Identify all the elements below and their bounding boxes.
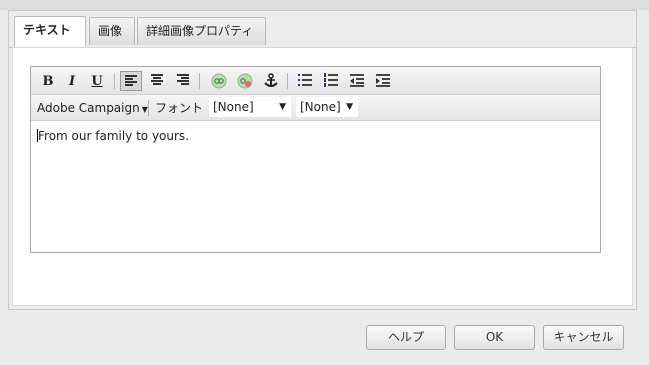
font-select[interactable]: [None] ▼ (209, 97, 291, 117)
align-right-icon (177, 74, 189, 85)
numbered-list-icon (324, 73, 338, 87)
italic-button[interactable]: I (61, 71, 83, 91)
toolbar-divider (287, 73, 288, 89)
font-select-value: [None] (213, 100, 254, 114)
rich-text-editor: B I U Adobe Campaign ▼ フォント [None] ▼ [No… (30, 66, 601, 253)
indent-button[interactable] (372, 71, 394, 91)
underline-button[interactable]: U (86, 71, 108, 91)
anchor-button[interactable] (260, 71, 282, 91)
editor-text: From our family to yours. (38, 129, 190, 143)
ok-button[interactable]: OK (454, 325, 535, 350)
dialog-panel: テキスト 画像 詳細画像プロパティ B I U Adobe Campaign ▼… (8, 10, 637, 310)
underline-icon: U (91, 74, 103, 89)
unlink-icon (237, 73, 253, 89)
indent-icon (376, 74, 390, 87)
bulleted-list-button[interactable] (294, 71, 316, 91)
align-right-button[interactable] (172, 71, 194, 91)
style-toolbar: Adobe Campaign ▼ フォント [None] ▼ [None] ▼ (31, 95, 600, 121)
outdent-icon (350, 74, 364, 87)
align-center-button[interactable] (146, 71, 168, 91)
chevron-down-icon: ▼ (346, 102, 353, 112)
cancel-button[interactable]: キャンセル (543, 325, 624, 350)
toolbar-divider (199, 73, 200, 89)
link-button[interactable] (208, 71, 230, 91)
tab-text[interactable]: テキスト (14, 16, 86, 47)
editor-content-area[interactable]: From our family to yours. (31, 121, 600, 252)
formatting-toolbar: B I U (31, 67, 600, 95)
unlink-button[interactable] (234, 71, 256, 91)
toolbar-divider (148, 100, 149, 116)
align-left-button[interactable] (120, 71, 142, 91)
tab-image[interactable]: 画像 (89, 17, 135, 45)
toolbar-divider (114, 73, 115, 89)
chevron-down-icon: ▼ (141, 105, 148, 114)
tab-content: B I U Adobe Campaign ▼ フォント [None] ▼ [No… (12, 47, 633, 306)
adobe-campaign-menu[interactable]: Adobe Campaign ▼ (37, 99, 148, 117)
bulleted-list-icon (298, 74, 312, 86)
italic-icon: I (68, 74, 76, 89)
dialog-window: テキスト 画像 詳細画像プロパティ B I U Adobe Campaign ▼… (0, 0, 649, 365)
numbered-list-button[interactable] (320, 71, 342, 91)
tab-bar: テキスト 画像 詳細画像プロパティ (9, 11, 636, 48)
size-select-value: [None] (300, 100, 341, 114)
bold-button[interactable]: B (37, 71, 59, 91)
help-button[interactable]: ヘルプ (366, 325, 446, 350)
bold-icon: B (42, 74, 54, 89)
dialog-title-strip (0, 0, 649, 10)
anchor-icon (264, 73, 278, 87)
align-center-icon (151, 74, 163, 85)
size-select[interactable]: [None] ▼ (296, 97, 358, 117)
font-label: フォント (155, 101, 204, 115)
adobe-campaign-menu-label: Adobe Campaign (37, 101, 140, 115)
tab-advanced-image-properties[interactable]: 詳細画像プロパティ (137, 17, 266, 45)
outdent-button[interactable] (346, 71, 368, 91)
align-left-icon (125, 75, 137, 86)
link-icon (211, 73, 227, 89)
chevron-down-icon: ▼ (279, 102, 286, 112)
